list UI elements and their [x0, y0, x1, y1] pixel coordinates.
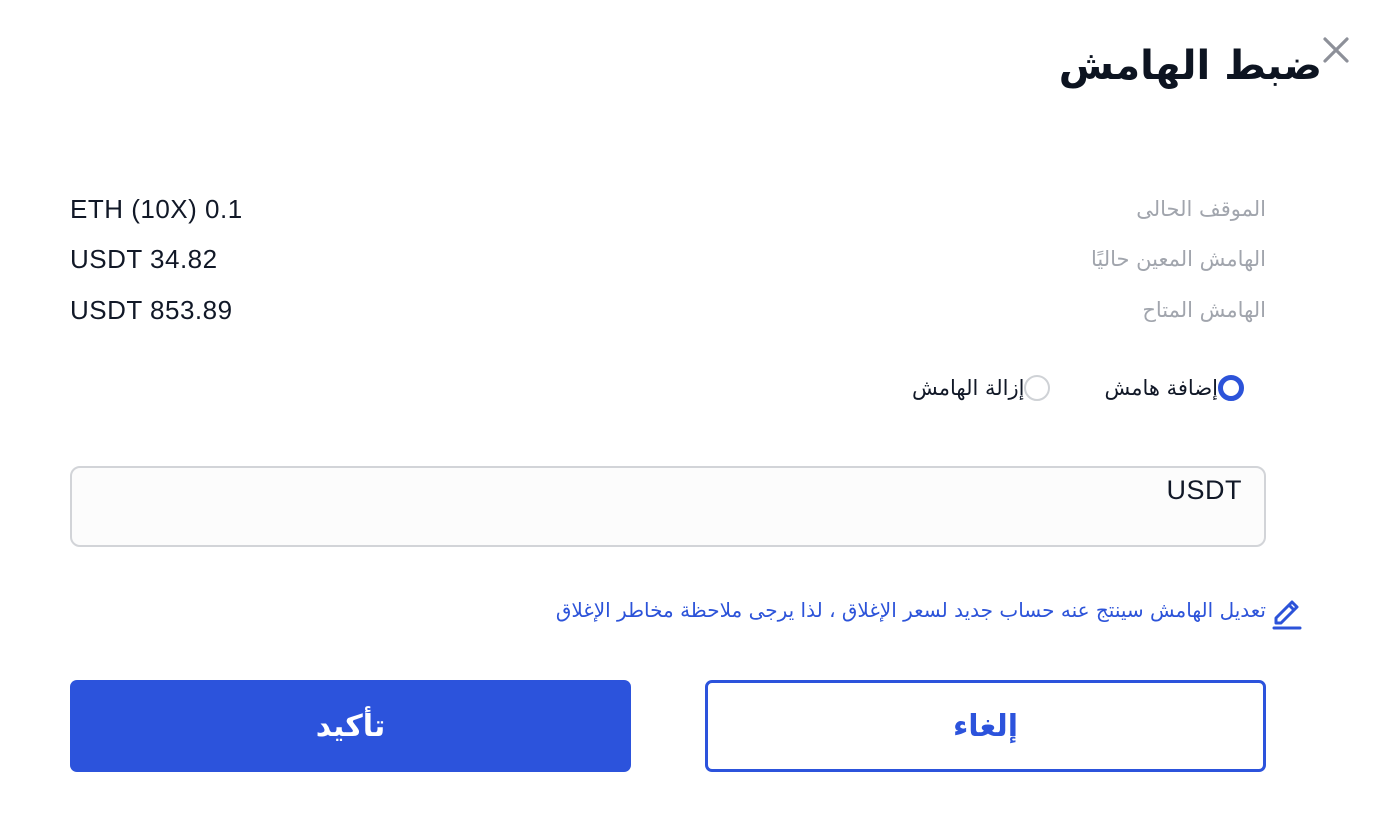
- notice-text: تعديل الهامش سينتج عنه حساب جديد لسعر ال…: [555, 598, 1266, 622]
- close-button[interactable]: [1316, 30, 1356, 70]
- available-margin-row: الهامش المتاح USDT 853.89: [70, 293, 1266, 327]
- margin-notice: تعديل الهامش سينتج عنه حساب جديد لسعر ال…: [555, 592, 1302, 630]
- dialog-title: ضبط الهامش: [1058, 43, 1322, 89]
- current-position-row: الموقف الحالى ETH (10X) 0.1: [70, 192, 1266, 226]
- add-margin-option[interactable]: إضافة هامش: [1104, 368, 1244, 408]
- adjust-margin-dialog: ضبط الهامش الموقف الحالى ETH (10X) 0.1 ا…: [0, 0, 1374, 826]
- add-margin-label: إضافة هامش: [1104, 376, 1218, 400]
- add-margin-radio[interactable]: [1218, 375, 1244, 401]
- current-position-value: ETH (10X) 0.1: [70, 194, 243, 224]
- edit-icon: [1272, 600, 1302, 630]
- assigned-margin-value: USDT 34.82: [70, 244, 218, 274]
- amount-field: USDT: [70, 466, 1266, 547]
- remove-margin-option[interactable]: إزالة الهامش: [911, 368, 1051, 408]
- close-icon: [1323, 37, 1349, 63]
- cancel-button[interactable]: إلغاء: [705, 680, 1266, 772]
- confirm-button[interactable]: تأكيد: [70, 680, 631, 772]
- current-position-label: الموقف الحالى: [1136, 197, 1266, 221]
- remove-margin-radio[interactable]: [1024, 375, 1051, 401]
- available-margin-label: الهامش المتاح: [1142, 298, 1266, 322]
- margin-mode-radio-group: إضافة هامش إزالة الهامش: [912, 368, 1244, 408]
- assigned-margin-label: الهامش المعين حاليًا: [1090, 247, 1266, 271]
- available-margin-value: USDT 853.89: [70, 295, 233, 325]
- assigned-margin-row: الهامش المعين حاليًا USDT 34.82: [70, 242, 1266, 276]
- amount-unit-label: USDT: [1166, 475, 1242, 505]
- amount-input[interactable]: [72, 468, 1264, 545]
- remove-margin-label: إزالة الهامش: [911, 376, 1025, 400]
